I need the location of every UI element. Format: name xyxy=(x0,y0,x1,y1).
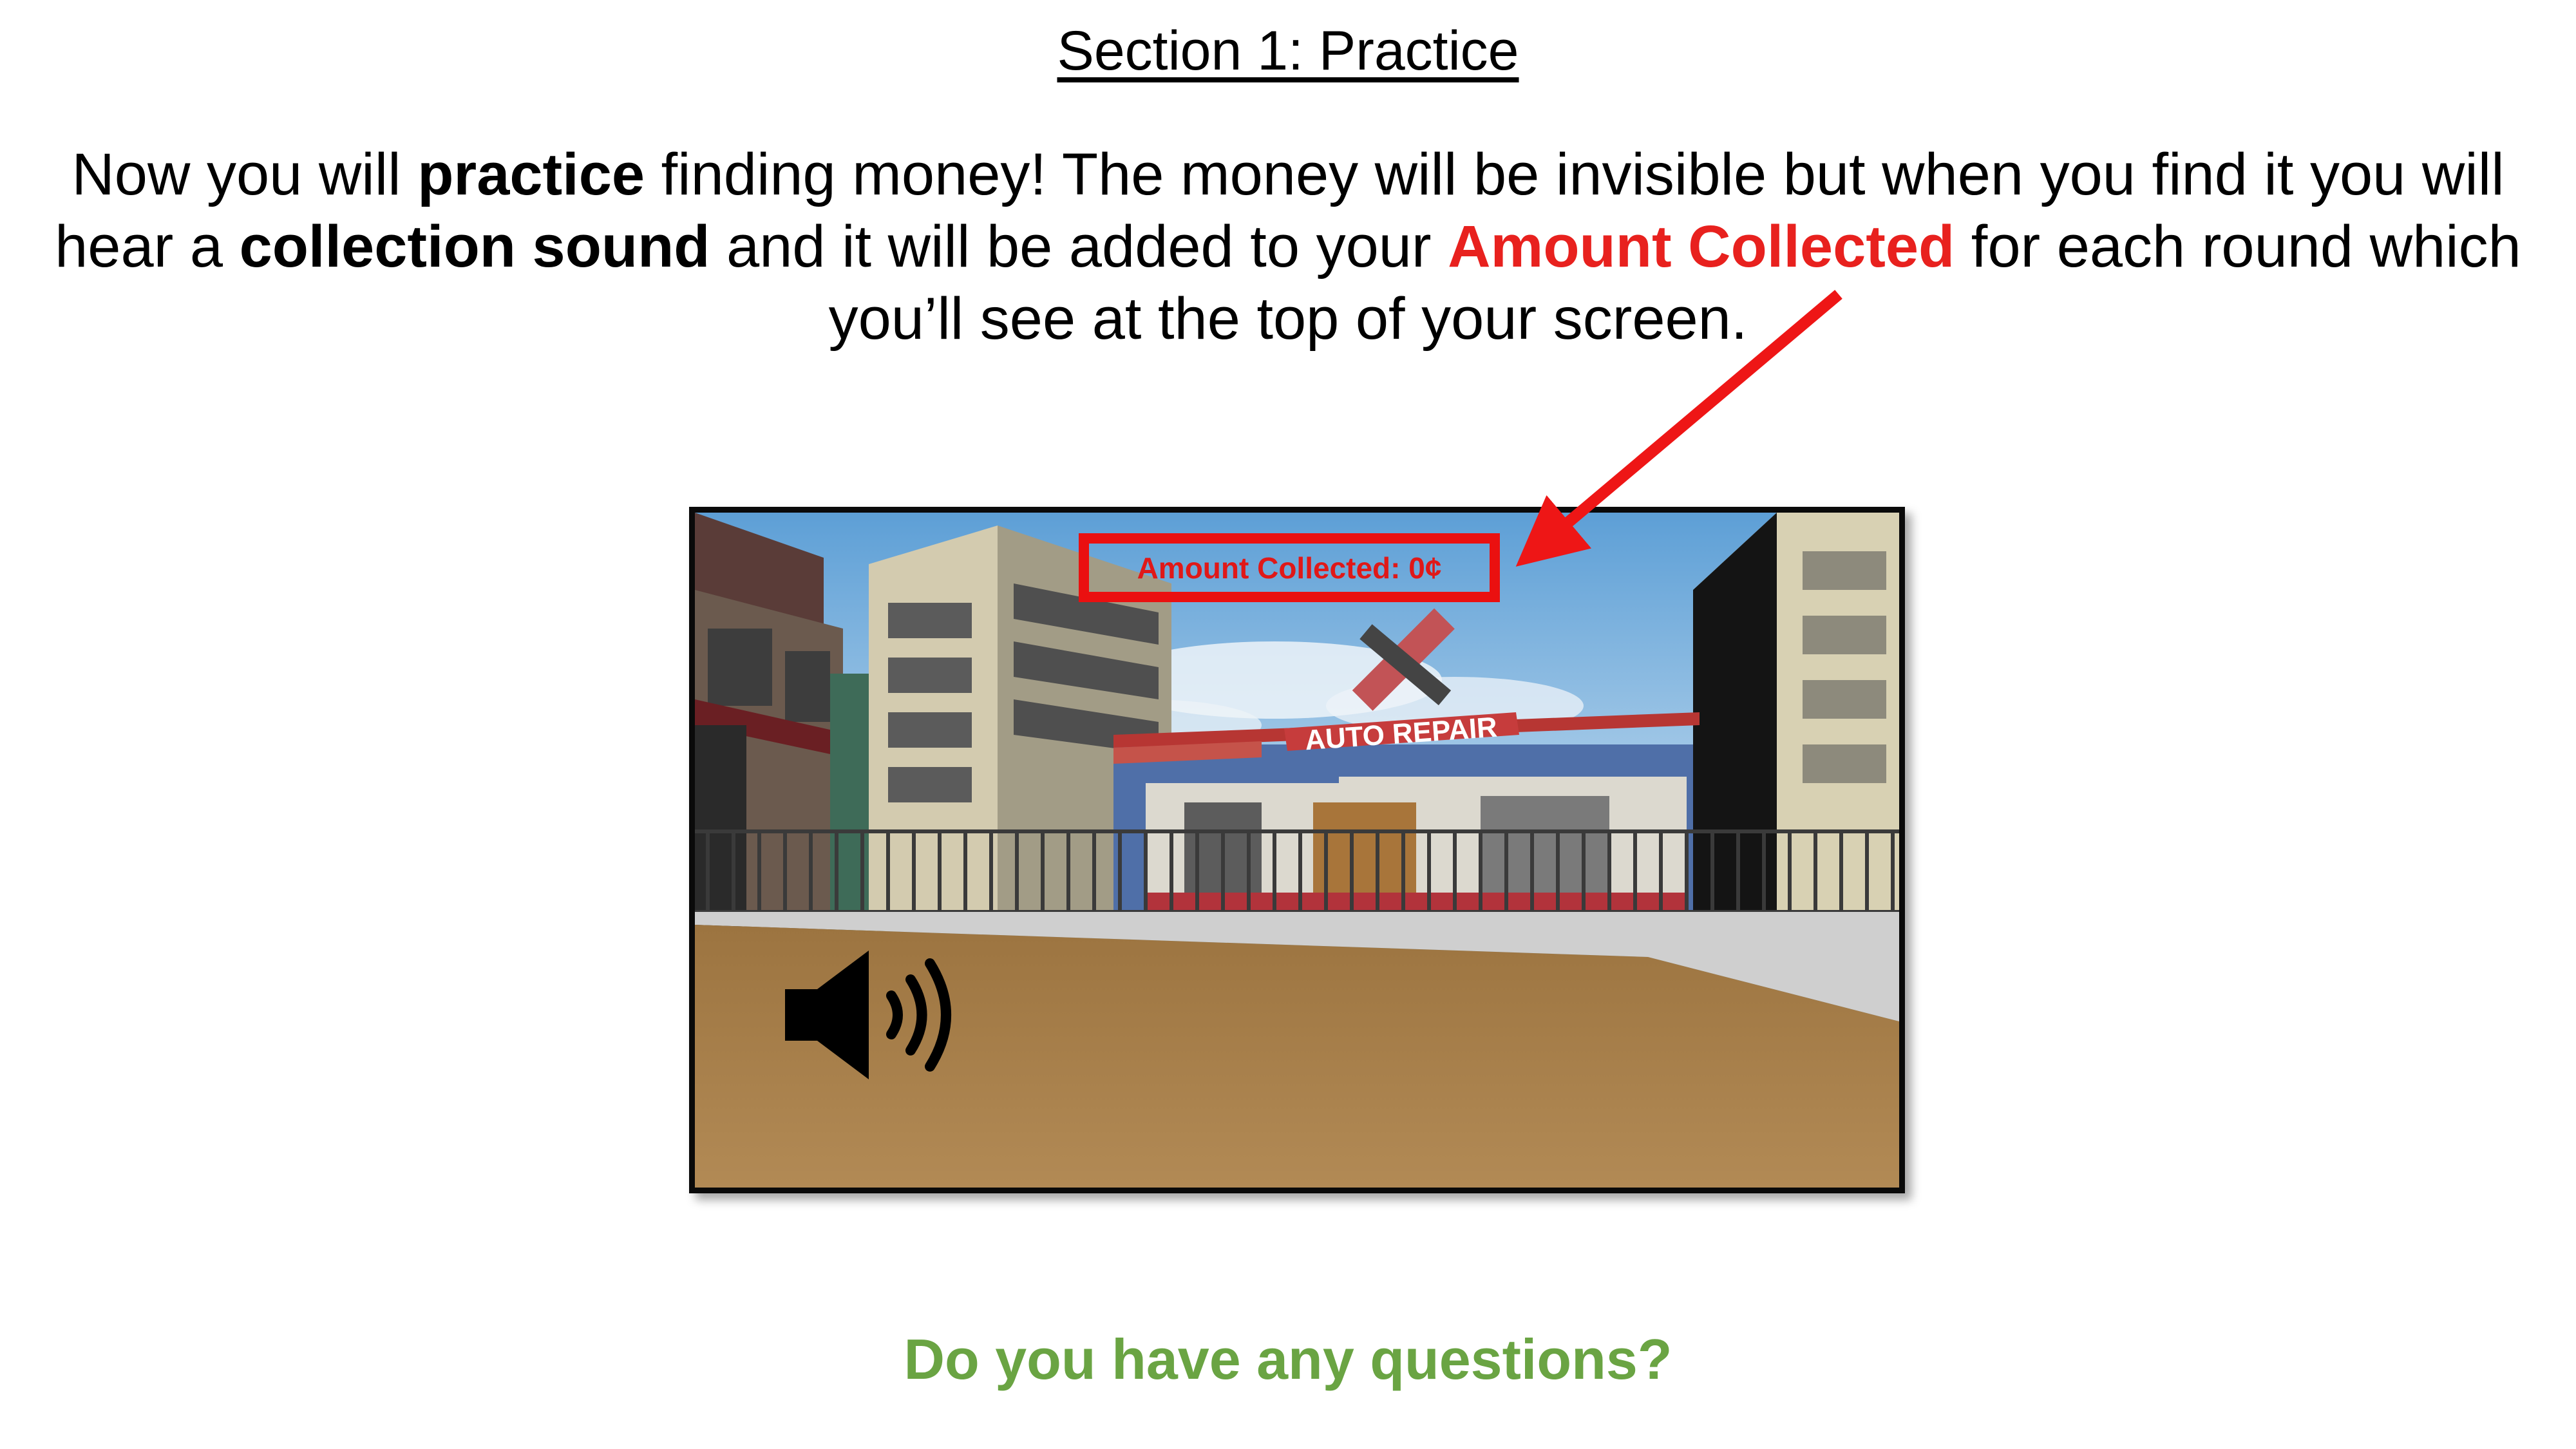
instr-text-1: Now you will xyxy=(71,142,418,207)
amount-collected-hud: Amount Collected: 0¢ xyxy=(1079,533,1500,602)
slide-title: Section 1: Practice xyxy=(1057,20,1519,82)
instr-highlight-amount-collected: Amount Collected xyxy=(1448,214,1955,279)
game-screenshot: AUTO REPAIR xyxy=(689,507,1905,1193)
amount-collected-label: Amount Collected: 0¢ xyxy=(1137,551,1442,585)
game-scene: AUTO REPAIR xyxy=(695,513,1899,1188)
questions-prompt: Do you have any questions? xyxy=(904,1327,1672,1391)
instr-bold-practice: practice xyxy=(417,142,645,207)
instr-text-3: and it will be added to your xyxy=(710,214,1448,279)
instr-bold-collection-sound: collection sound xyxy=(239,214,710,279)
instructions-paragraph: Now you will practice finding money! The… xyxy=(39,138,2537,355)
